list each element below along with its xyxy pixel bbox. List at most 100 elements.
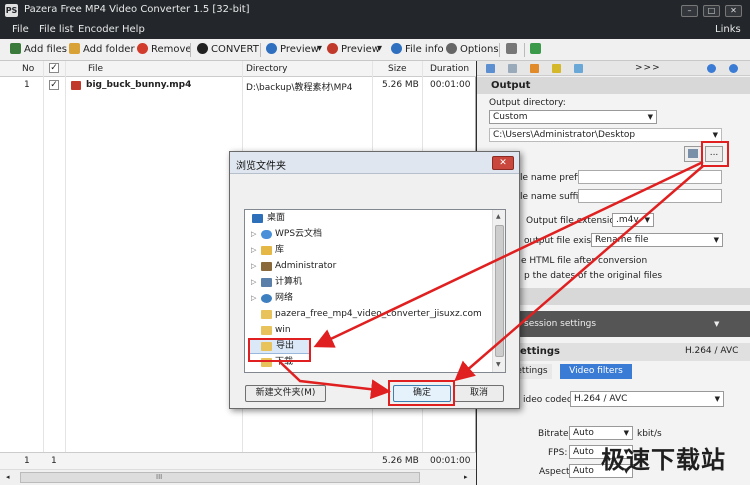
html-log-label[interactable]: e HTML file after conversion: [521, 256, 647, 266]
col-directory[interactable]: Directory: [246, 64, 287, 74]
tree-node-network[interactable]: ▷ 网络: [245, 290, 493, 306]
menu-help[interactable]: Help: [122, 24, 145, 35]
settings-icon[interactable]: [729, 64, 738, 73]
add-folder-icon: [69, 43, 80, 54]
tree-node-label: WPS云文档: [275, 229, 323, 239]
home-button[interactable]: [506, 43, 520, 58]
pin-button[interactable]: [530, 43, 544, 58]
expand-icon[interactable]: ▷: [251, 290, 256, 306]
tree-node-pazera[interactable]: pazera_free_mp4_video_converter_jisuxz.c…: [245, 306, 493, 322]
preview-dropdown[interactable]: ▾: [377, 43, 382, 58]
expand-icon[interactable]: ▷: [251, 242, 256, 258]
panel-tabs: >>>: [477, 61, 750, 76]
scroll-thumb[interactable]: [495, 225, 504, 357]
preview-ffplay-button[interactable]: Preview: [327, 43, 380, 58]
chevron-down-icon: ▼: [647, 113, 653, 121]
tree-node-administrator[interactable]: ▷ Administrator: [245, 258, 493, 274]
highlight-ok-button: [388, 380, 455, 406]
aspect-value: Auto: [573, 466, 594, 476]
chevron-down-icon: ▼: [713, 236, 719, 244]
bitrate-select[interactable]: Auto ▼: [569, 426, 633, 440]
scroll-right-icon[interactable]: ▸: [464, 473, 468, 481]
col-file[interactable]: File: [88, 64, 103, 74]
cloud-icon: [261, 230, 272, 239]
chevron-down-icon: ▼: [714, 320, 720, 328]
preview-label: Preview: [280, 44, 319, 55]
file-info-button[interactable]: File info: [391, 43, 444, 58]
tree-node-win[interactable]: win: [245, 322, 493, 338]
tree-node-desktop[interactable]: 桌面: [245, 210, 493, 226]
add-folder-button[interactable]: Add folder: [69, 43, 135, 58]
row-duration: 00:01:00: [430, 80, 471, 90]
extension-select[interactable]: .m4v ▼: [612, 213, 654, 227]
preview-icon: [327, 43, 338, 54]
app-icon: PS: [5, 4, 18, 17]
output-path-field[interactable]: C:\Users\Administrator\Desktop ▼: [489, 128, 722, 142]
new-folder-button[interactable]: 新建文件夹(M): [245, 385, 326, 402]
add-files-button[interactable]: Add files: [10, 43, 67, 58]
convert-label: CONVERT: [211, 44, 259, 55]
convert-button[interactable]: CONVERT: [197, 43, 259, 58]
keep-dates-label[interactable]: p the dates of the original files: [524, 271, 662, 281]
close-button[interactable]: ✕: [725, 5, 742, 17]
edit-path-button[interactable]: [684, 146, 702, 162]
menu-file[interactable]: File: [12, 24, 29, 35]
expand-icon[interactable]: ▷: [251, 258, 256, 274]
dialog-close-button[interactable]: ✕: [492, 156, 514, 170]
tree-node-wps[interactable]: ▷ WPS云文档: [245, 226, 493, 242]
row-directory: D:\backup\教程素材\MP4: [246, 83, 353, 93]
tree-node-library[interactable]: ▷ 库: [245, 242, 493, 258]
horizontal-scrollbar[interactable]: ◂ III ▸: [0, 469, 476, 485]
tree-scrollbar[interactable]: ▲ ▼: [492, 210, 505, 372]
footer-count: 1: [24, 456, 30, 466]
user-icon: [261, 262, 272, 271]
remove-button[interactable]: Remove: [137, 43, 192, 58]
preview-icon: [266, 43, 277, 54]
col-size[interactable]: Size: [388, 64, 406, 74]
expand-icon[interactable]: ▷: [251, 226, 256, 242]
preview-button[interactable]: Preview: [266, 43, 319, 58]
scroll-up-icon[interactable]: ▲: [496, 213, 501, 220]
options-button[interactable]: Options: [446, 43, 499, 58]
col-no[interactable]: No: [22, 64, 34, 74]
menu-links[interactable]: Links: [715, 24, 741, 35]
scroll-thumb[interactable]: [20, 472, 420, 483]
maximize-button[interactable]: □: [703, 5, 720, 17]
preview-dropdown[interactable]: ▾: [317, 43, 322, 58]
expand-icon[interactable]: ▷: [251, 274, 256, 290]
prefix-input[interactable]: [578, 170, 722, 184]
tab-output-icon[interactable]: [486, 64, 495, 73]
highlight-export-folder: [248, 338, 311, 362]
close-panel-icon[interactable]: [707, 64, 716, 73]
video-codec-select[interactable]: H.264 / AVC ▼: [570, 391, 724, 407]
menu-bar: File File list Encoder Help Links: [0, 21, 750, 39]
scroll-down-icon[interactable]: ▼: [496, 361, 501, 368]
col-duration[interactable]: Duration: [430, 64, 469, 74]
scroll-left-icon[interactable]: ◂: [6, 473, 10, 481]
menu-encoder[interactable]: Encoder: [78, 24, 119, 35]
extension-label: Output file extension:: [526, 216, 624, 226]
session-settings-label: session settings: [524, 319, 597, 329]
more-tabs-button[interactable]: >>>: [635, 63, 661, 73]
aspect-label: Aspect:: [539, 467, 573, 477]
tree-node-label: Administrator: [275, 261, 337, 271]
cancel-button[interactable]: 取消: [454, 385, 504, 402]
output-directory-mode[interactable]: Custom ▼: [489, 110, 657, 124]
folder-icon: [261, 310, 272, 319]
menu-file-list[interactable]: File list: [39, 24, 74, 35]
watermark-text: 极速下载站: [601, 446, 726, 474]
row-checkbox[interactable]: ✓: [49, 80, 59, 90]
exists-select[interactable]: Rename file ▼: [591, 233, 723, 247]
suffix-input[interactable]: [578, 189, 722, 203]
toolbar-separator: [499, 43, 500, 57]
window-title: Pazera Free MP4 Video Converter 1.5 [32-…: [24, 4, 250, 15]
tab-video-filters[interactable]: Video filters: [560, 364, 632, 379]
tab-file-icon[interactable]: [508, 64, 517, 73]
minimize-button[interactable]: –: [681, 5, 698, 17]
col-check-all[interactable]: ✓: [49, 63, 59, 73]
tree-node-computer[interactable]: ▷ 计算机: [245, 274, 493, 290]
table-row[interactable]: 1 ✓ big_buck_bunny.mp4 D:\backup\教程素材\MP…: [0, 78, 476, 93]
tab-video-icon[interactable]: [530, 64, 539, 73]
tab-audio-icon[interactable]: [552, 64, 561, 73]
tab-info-icon[interactable]: [574, 64, 583, 73]
